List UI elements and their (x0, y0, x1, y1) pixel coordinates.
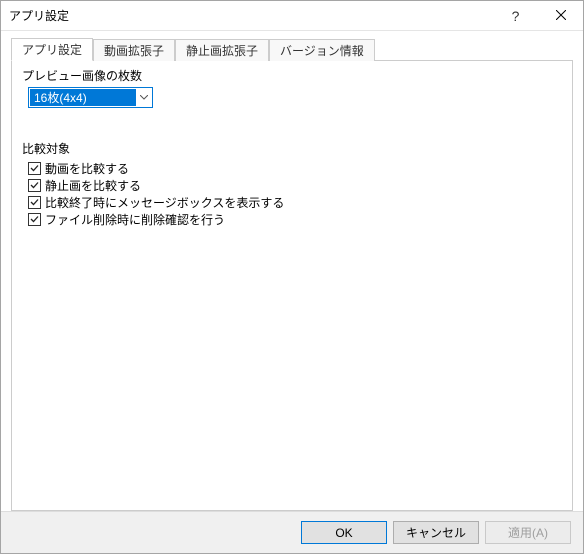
tab-video-ext[interactable]: 動画拡張子 (93, 39, 175, 61)
help-icon: ? (512, 8, 520, 24)
button-label: キャンセル (406, 524, 466, 541)
close-icon (556, 7, 566, 25)
client-area: アプリ設定 動画拡張子 静止画拡張子 バージョン情報 プレビュー画像の枚数 16… (1, 31, 583, 511)
titlebar: アプリ設定 ? (1, 1, 583, 31)
checkbox-compare-image[interactable]: 静止画を比較する (28, 177, 562, 194)
dialog-footer: OK キャンセル 適用(A) (1, 511, 583, 553)
checkbox-compare-video[interactable]: 動画を比較する (28, 160, 562, 177)
compare-label: 比較対象 (22, 140, 562, 157)
close-button[interactable] (538, 1, 583, 30)
tab-label: 静止画拡張子 (186, 44, 258, 58)
checkbox-icon (28, 196, 41, 209)
tab-version[interactable]: バージョン情報 (269, 39, 375, 61)
compare-checklist: 動画を比較する 静止画を比較する 比較終了時にメッセージボックスを表示する (28, 160, 562, 228)
preview-count-value: 16枚(4x4) (30, 89, 136, 106)
checkbox-icon (28, 213, 41, 226)
help-button[interactable]: ? (493, 1, 538, 30)
apply-button: 適用(A) (485, 521, 571, 544)
tab-image-ext[interactable]: 静止画拡張子 (175, 39, 269, 61)
button-label: 適用(A) (508, 524, 548, 541)
preview-count-combobox[interactable]: 16枚(4x4) (28, 87, 153, 108)
tab-label: 動画拡張子 (104, 44, 164, 58)
ok-button[interactable]: OK (301, 521, 387, 544)
button-label: OK (335, 526, 352, 540)
window-title: アプリ設定 (9, 7, 493, 24)
checkbox-label: 静止画を比較する (45, 177, 141, 194)
checkbox-icon (28, 162, 41, 175)
checkbox-label: 比較終了時にメッセージボックスを表示する (45, 194, 284, 211)
tab-label: アプリ設定 (22, 43, 82, 57)
tab-strip: アプリ設定 動画拡張子 静止画拡張子 バージョン情報 (11, 39, 573, 60)
preview-count-label: プレビュー画像の枚数 (22, 67, 562, 84)
checkbox-label: ファイル削除時に削除確認を行う (45, 211, 225, 228)
compare-section: 比較対象 動画を比較する 静止画を比較する (22, 140, 562, 228)
checkbox-label: 動画を比較する (45, 160, 129, 177)
cancel-button[interactable]: キャンセル (393, 521, 479, 544)
dialog-window: アプリ設定 ? アプリ設定 動画拡張子 静止画拡張子 バージョン情報 プレビュー… (0, 0, 584, 554)
checkbox-confirm-delete[interactable]: ファイル削除時に削除確認を行う (28, 211, 562, 228)
tab-panel-app-settings: プレビュー画像の枚数 16枚(4x4) 比較対象 動画を比較する (11, 60, 573, 511)
chevron-down-icon (136, 88, 152, 107)
tab-label: バージョン情報 (280, 44, 364, 58)
checkbox-show-msgbox[interactable]: 比較終了時にメッセージボックスを表示する (28, 194, 562, 211)
checkbox-icon (28, 179, 41, 192)
tab-app-settings[interactable]: アプリ設定 (11, 38, 93, 61)
